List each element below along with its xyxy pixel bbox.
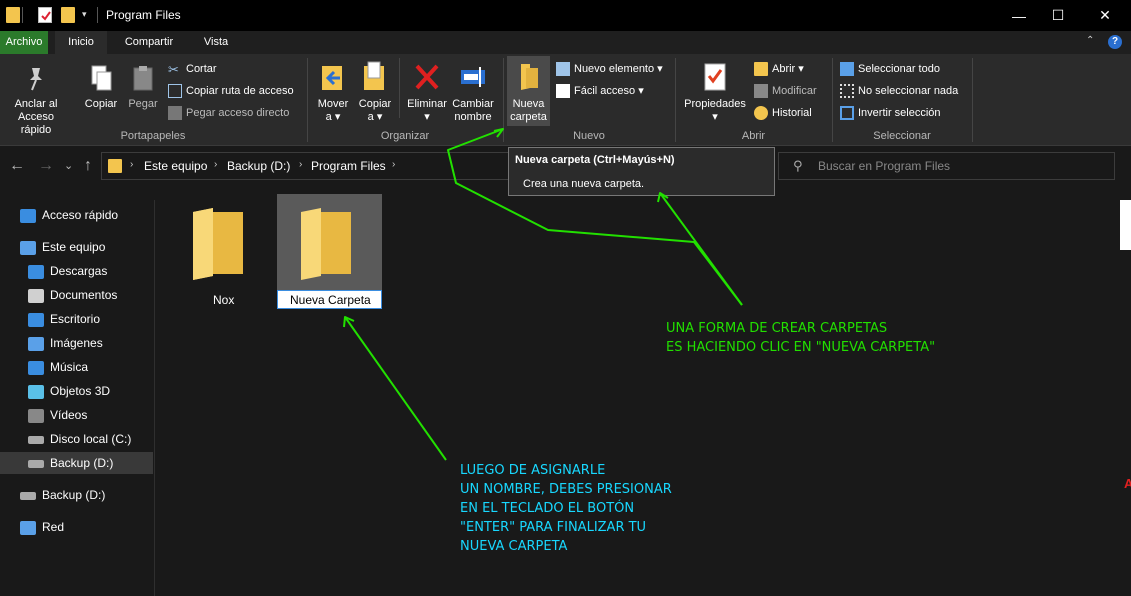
- annotation-new-folder-hint: UNA FORMA DE CREAR CARPETAS ES HACIENDO …: [666, 321, 936, 355]
- annotation-arrow-to-rename: [344, 316, 447, 461]
- annotation-arrow-to-ribbon: [447, 128, 743, 306]
- annotation-arrowhead: [493, 128, 504, 138]
- annotation-enter-hint: LUEGO DE ASIGNARLE UN NOMBRE, DEBES PRES…: [460, 463, 672, 554]
- annotation-arrow-to-tooltip: [659, 192, 743, 306]
